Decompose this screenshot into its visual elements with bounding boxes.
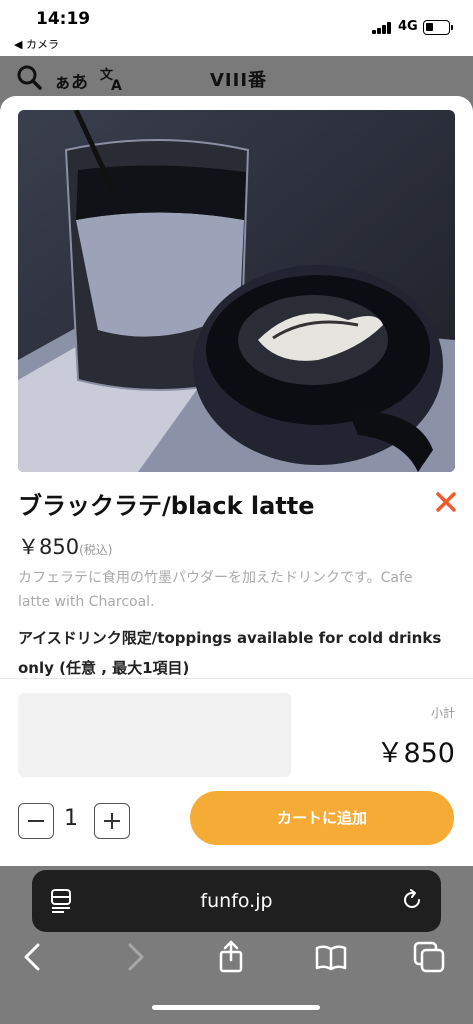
tax-note: (税込)	[79, 543, 113, 557]
status-time: 14:19	[36, 9, 91, 29]
product-price: ￥850	[18, 535, 80, 559]
quantity-decrease-button[interactable]	[18, 803, 54, 839]
bookmarks-icon[interactable]	[314, 940, 348, 974]
status-bar: 14:19 ◀ カメラ 4G	[0, 0, 473, 56]
search-icon[interactable]	[16, 64, 42, 90]
add-to-cart-button[interactable]: カートに追加	[190, 791, 454, 845]
share-icon[interactable]	[214, 940, 248, 974]
language-toggle[interactable]: ぁあ	[54, 68, 88, 93]
topping-note: アイスドリンク限定/toppings available for cold dr…	[18, 629, 442, 677]
address-bar[interactable]: funfo.jp	[32, 870, 441, 932]
note-box[interactable]	[18, 693, 291, 777]
subtotal-label: 小計	[430, 706, 455, 720]
close-icon[interactable]	[432, 488, 460, 516]
product-modal: ブラックラテ/black latte ￥850(税込) カフェラテに食用の竹墨パ…	[0, 96, 473, 866]
store-name: VIII番	[210, 70, 268, 91]
price-row: ￥850(税込)	[18, 531, 112, 561]
product-description: カフェラテに食用の竹墨パウダーを加えたドリンクです。Cafe latte wit…	[18, 570, 413, 610]
forward-icon[interactable]	[118, 940, 152, 974]
url-text: funfo.jp	[200, 890, 273, 912]
battery-icon	[423, 20, 453, 35]
divider	[0, 678, 473, 679]
quantity-value: 1	[64, 806, 78, 831]
home-indicator	[152, 1005, 320, 1010]
product-title: ブラックラテ/black latte	[18, 492, 315, 520]
back-icon[interactable]	[16, 940, 50, 974]
translate-icon[interactable]: 文 A	[100, 65, 126, 91]
network-label: 4G	[398, 19, 418, 34]
tabs-icon[interactable]	[412, 940, 446, 974]
reload-icon[interactable]	[400, 888, 424, 912]
back-to-camera-link[interactable]: ◀ カメラ	[14, 36, 59, 52]
svg-text:A: A	[111, 78, 122, 91]
site-header: ぁあ 文 A VIII番	[0, 56, 473, 96]
product-photo	[18, 110, 455, 472]
quantity-increase-button[interactable]	[94, 803, 130, 839]
browser-toolbar: funfo.jp	[0, 866, 473, 1024]
signal-icon	[372, 22, 392, 34]
subtotal-value: ￥850	[376, 738, 455, 769]
